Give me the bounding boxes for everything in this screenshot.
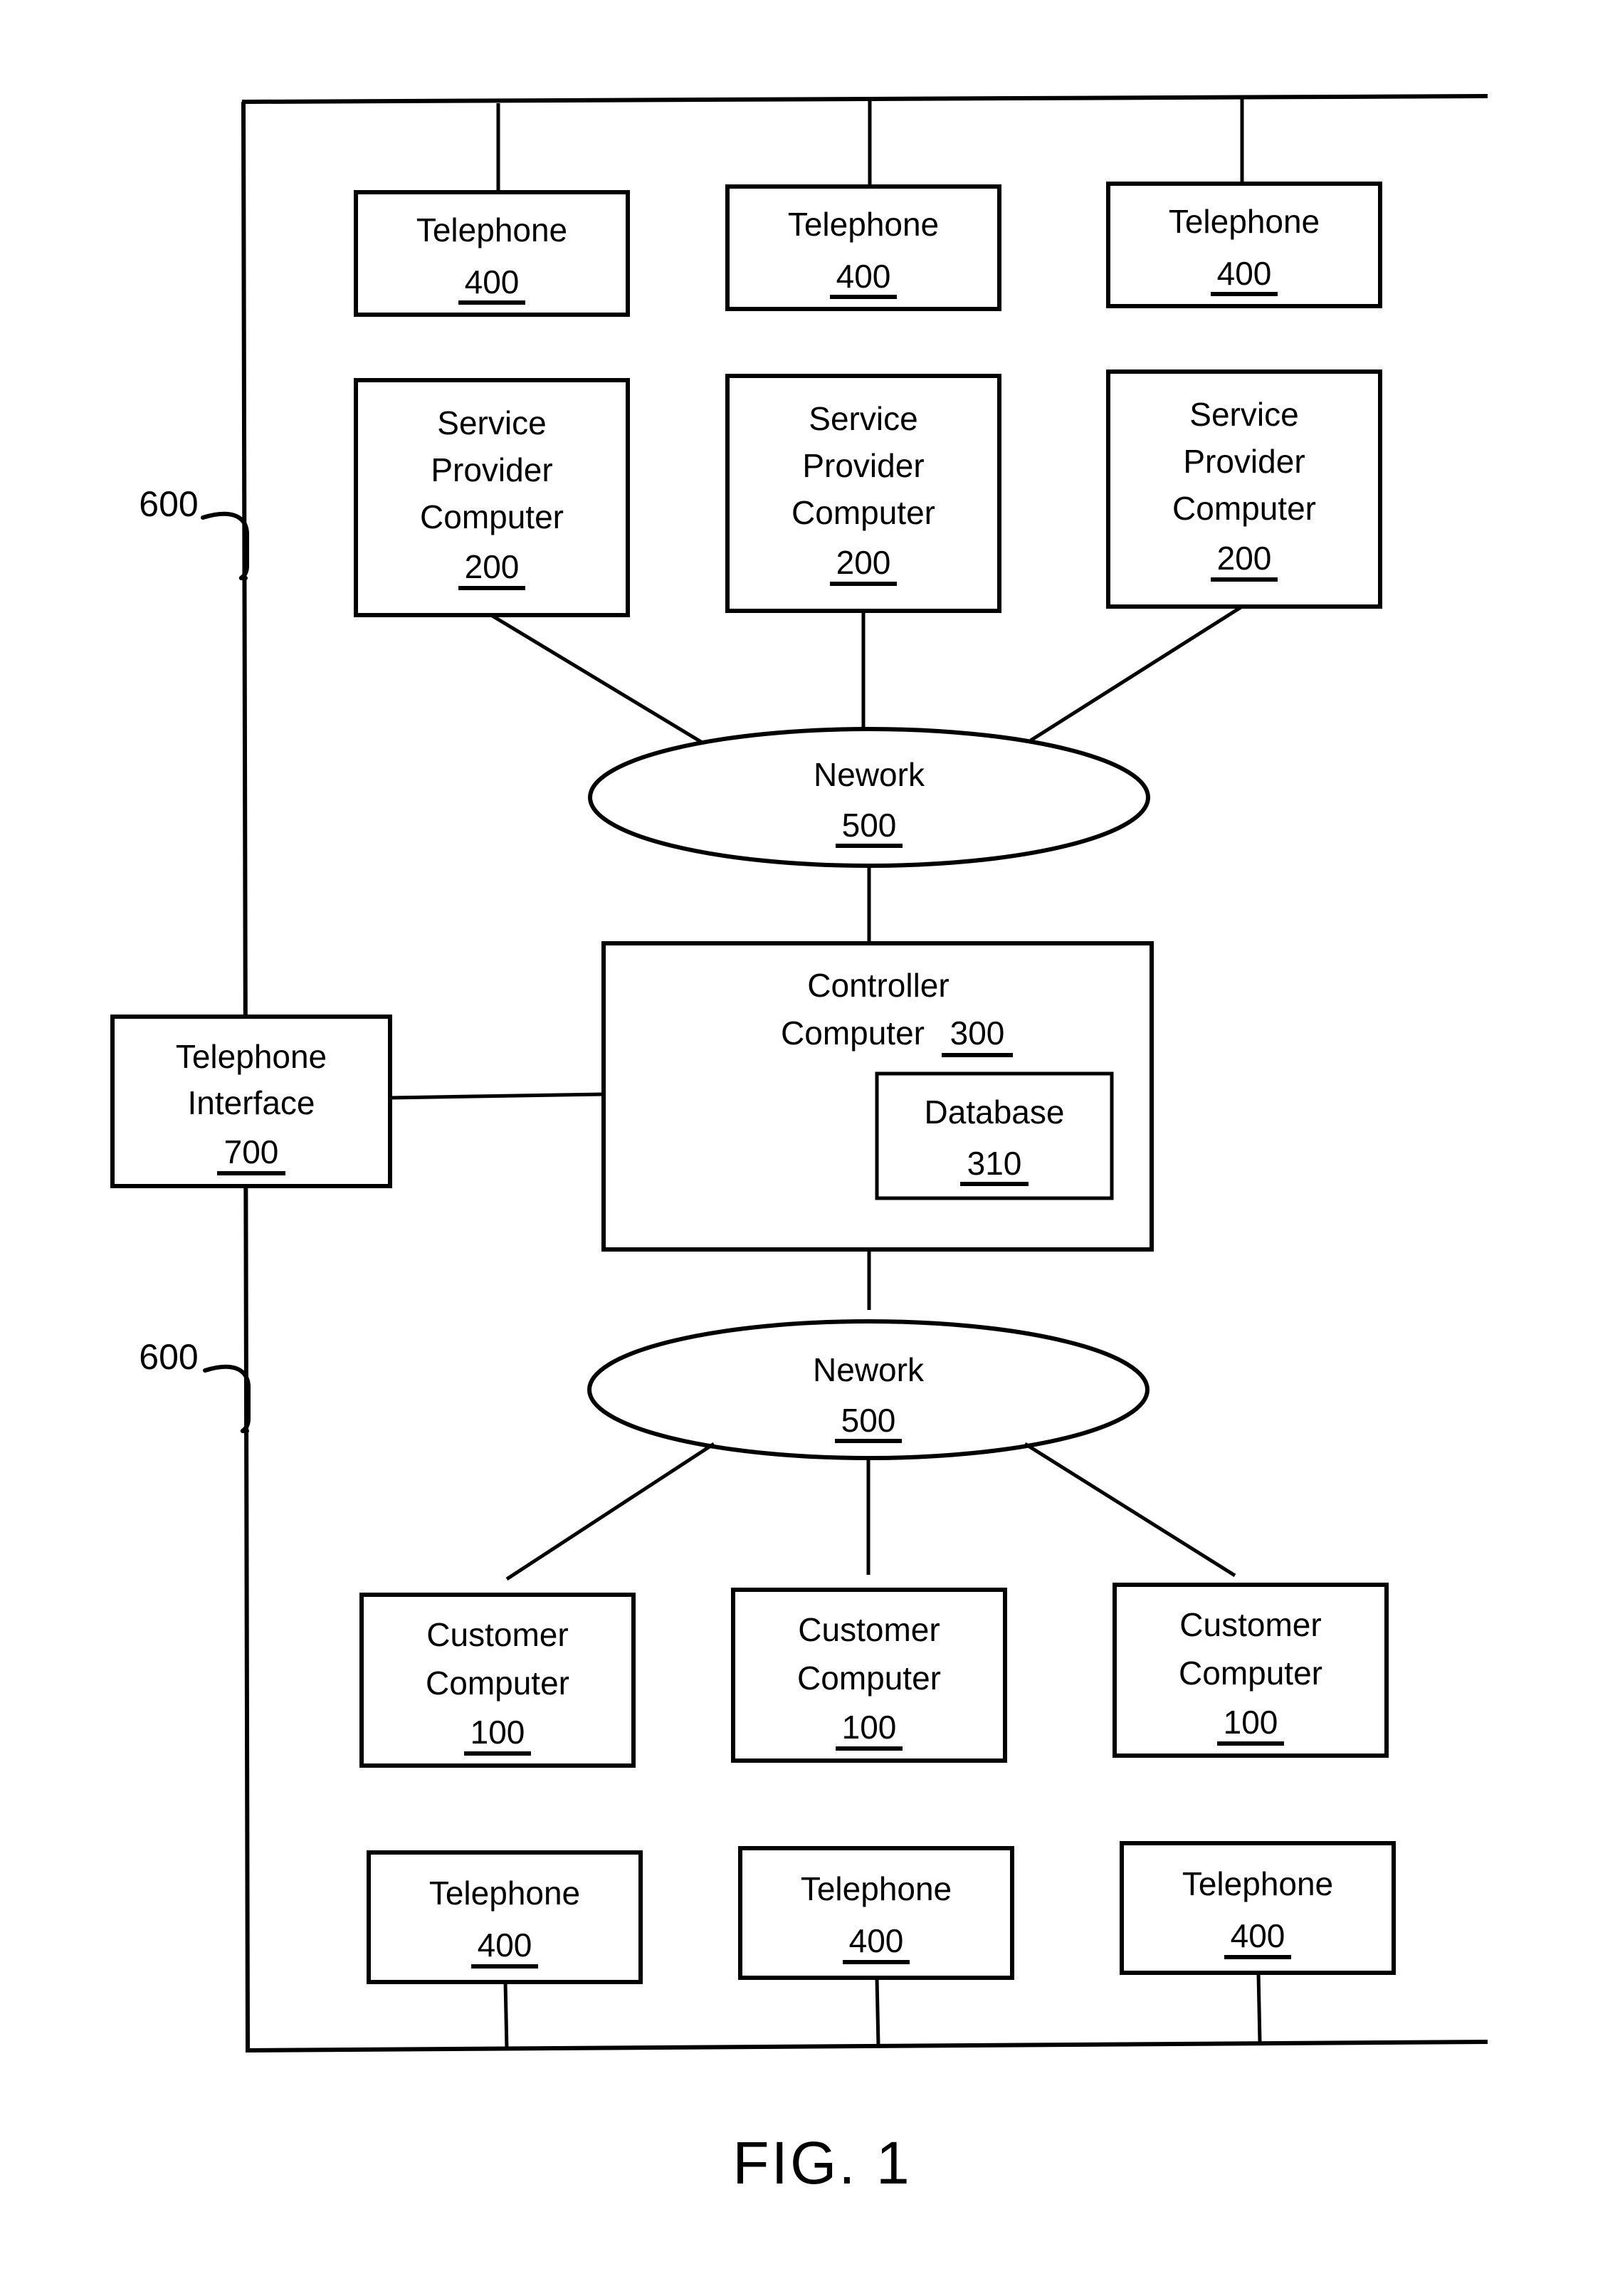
ref-600-top: 600 — [139, 484, 249, 581]
telephone-top-1-label: Telephone — [416, 211, 567, 248]
customer-computer-2-ref: 100 — [842, 1709, 897, 1746]
node-service-provider-2[interactable]: Service Provider Computer 200 — [725, 374, 1001, 613]
telephone-bottom-2-ref: 400 — [849, 1922, 904, 1959]
service-provider-3-line1: Service — [1189, 396, 1298, 433]
node-customer-computer-1[interactable]: Customer Computer 100 — [359, 1593, 636, 1768]
connector-telephone-bottom-1-frame — [503, 1981, 509, 2050]
connector-network-bottom-cc1 — [505, 1442, 715, 1581]
customer-computer-3-ref: 100 — [1224, 1704, 1278, 1741]
customer-computer-1-line1: Customer — [426, 1616, 568, 1653]
ref-600-bottom-label: 600 — [139, 1337, 198, 1377]
node-telephone-top-2[interactable]: Telephone 400 — [725, 184, 1001, 311]
connector-network-bottom-cc3 — [1024, 1442, 1236, 1578]
node-network-bottom[interactable]: Nework 500 — [587, 1319, 1150, 1460]
telephone-bottom-1-ref: 400 — [478, 1927, 532, 1964]
ref-600-bottom: 600 — [139, 1337, 251, 1434]
network-bottom-ref: 500 — [841, 1402, 896, 1439]
telephone-interface-line2: Interface — [188, 1084, 315, 1121]
service-provider-3-line3: Computer — [1172, 490, 1316, 527]
service-provider-2-line2: Provider — [802, 447, 924, 484]
node-controller-computer[interactable]: Controller Computer 300 Database 310 — [601, 941, 1154, 1252]
database-label: Database — [925, 1094, 1065, 1131]
telephone-bottom-1-label: Telephone — [429, 1875, 580, 1912]
node-telephone-top-1[interactable]: Telephone 400 — [354, 190, 630, 317]
telephone-bottom-3-label: Telephone — [1182, 1865, 1333, 1902]
telephone-top-3-label: Telephone — [1169, 203, 1320, 240]
telephone-top-2-ref: 400 — [836, 258, 891, 295]
network-top-ref: 500 — [842, 807, 897, 844]
node-network-top[interactable]: Nework 500 — [588, 727, 1150, 868]
node-service-provider-3[interactable]: Service Provider Computer 200 — [1106, 369, 1382, 609]
customer-computer-1-line2: Computer — [426, 1665, 569, 1702]
connector-sp3-network-top — [1029, 604, 1243, 743]
service-provider-3-ref: 200 — [1217, 540, 1272, 577]
ref-600-top-leader — [201, 511, 249, 581]
node-telephone-interface[interactable]: Telephone Interface 700 — [110, 1015, 392, 1188]
customer-computer-3-line2: Computer — [1179, 1655, 1322, 1692]
customer-computer-2-line2: Computer — [797, 1660, 941, 1697]
figure-caption: FIG. 1 — [732, 2129, 911, 2196]
frame-bottom-line — [245, 2040, 1488, 2053]
service-provider-1-line3: Computer — [420, 498, 564, 535]
customer-computer-2-line1: Customer — [798, 1611, 940, 1648]
controller-computer-line1: Controller — [807, 967, 949, 1004]
service-provider-1-line2: Provider — [431, 451, 552, 488]
service-provider-1-line1: Service — [437, 404, 546, 441]
controller-computer-line2: Computer — [781, 1015, 925, 1052]
ref-600-bottom-leader — [203, 1364, 251, 1434]
connector-sp1-network-top — [490, 613, 703, 744]
controller-computer-ref: 300 — [950, 1015, 1005, 1052]
node-telephone-bottom-2[interactable]: Telephone 400 — [738, 1846, 1014, 1980]
patent-figure: 600 600 Telephone 400 Telephone 400 Tele… — [0, 0, 1620, 2296]
connector-telephone-interface-controller — [389, 1092, 604, 1100]
network-bottom-label: Nework — [813, 1351, 925, 1388]
telephone-top-3-ref: 400 — [1217, 255, 1272, 292]
service-provider-1-ref: 200 — [465, 548, 520, 585]
connector-telephone-bottom-2-frame — [875, 1977, 880, 2046]
telephone-interface-line1: Telephone — [176, 1038, 327, 1075]
node-telephone-bottom-1[interactable]: Telephone 400 — [367, 1850, 643, 1984]
service-provider-3-line2: Provider — [1183, 443, 1305, 480]
node-service-provider-1[interactable]: Service Provider Computer 200 — [354, 378, 630, 617]
connector-telephone-bottom-3-frame — [1256, 1972, 1262, 2043]
node-telephone-top-3[interactable]: Telephone 400 — [1106, 182, 1382, 308]
telephone-interface-ref: 700 — [224, 1133, 279, 1170]
network-top-label: Nework — [814, 756, 925, 793]
database-ref: 310 — [967, 1145, 1022, 1182]
ref-600-top-label: 600 — [139, 484, 198, 524]
figure-canvas: 600 600 Telephone 400 Telephone 400 Tele… — [110, 94, 1488, 2196]
node-customer-computer-3[interactable]: Customer Computer 100 — [1113, 1583, 1389, 1758]
customer-computer-3-line1: Customer — [1179, 1606, 1321, 1643]
service-provider-2-ref: 200 — [836, 544, 891, 581]
telephone-bottom-3-ref: 400 — [1231, 1917, 1285, 1954]
telephone-top-2-label: Telephone — [788, 206, 939, 243]
service-provider-2-line1: Service — [809, 400, 917, 437]
frame-top-line — [241, 94, 1488, 104]
node-customer-computer-2[interactable]: Customer Computer 100 — [731, 1588, 1007, 1763]
customer-computer-1-ref: 100 — [470, 1714, 525, 1751]
node-telephone-bottom-3[interactable]: Telephone 400 — [1120, 1841, 1396, 1975]
service-provider-2-line3: Computer — [791, 494, 935, 531]
telephone-top-1-ref: 400 — [465, 263, 520, 300]
telephone-bottom-2-label: Telephone — [801, 1870, 952, 1907]
node-database[interactable]: Database 310 — [875, 1071, 1114, 1200]
